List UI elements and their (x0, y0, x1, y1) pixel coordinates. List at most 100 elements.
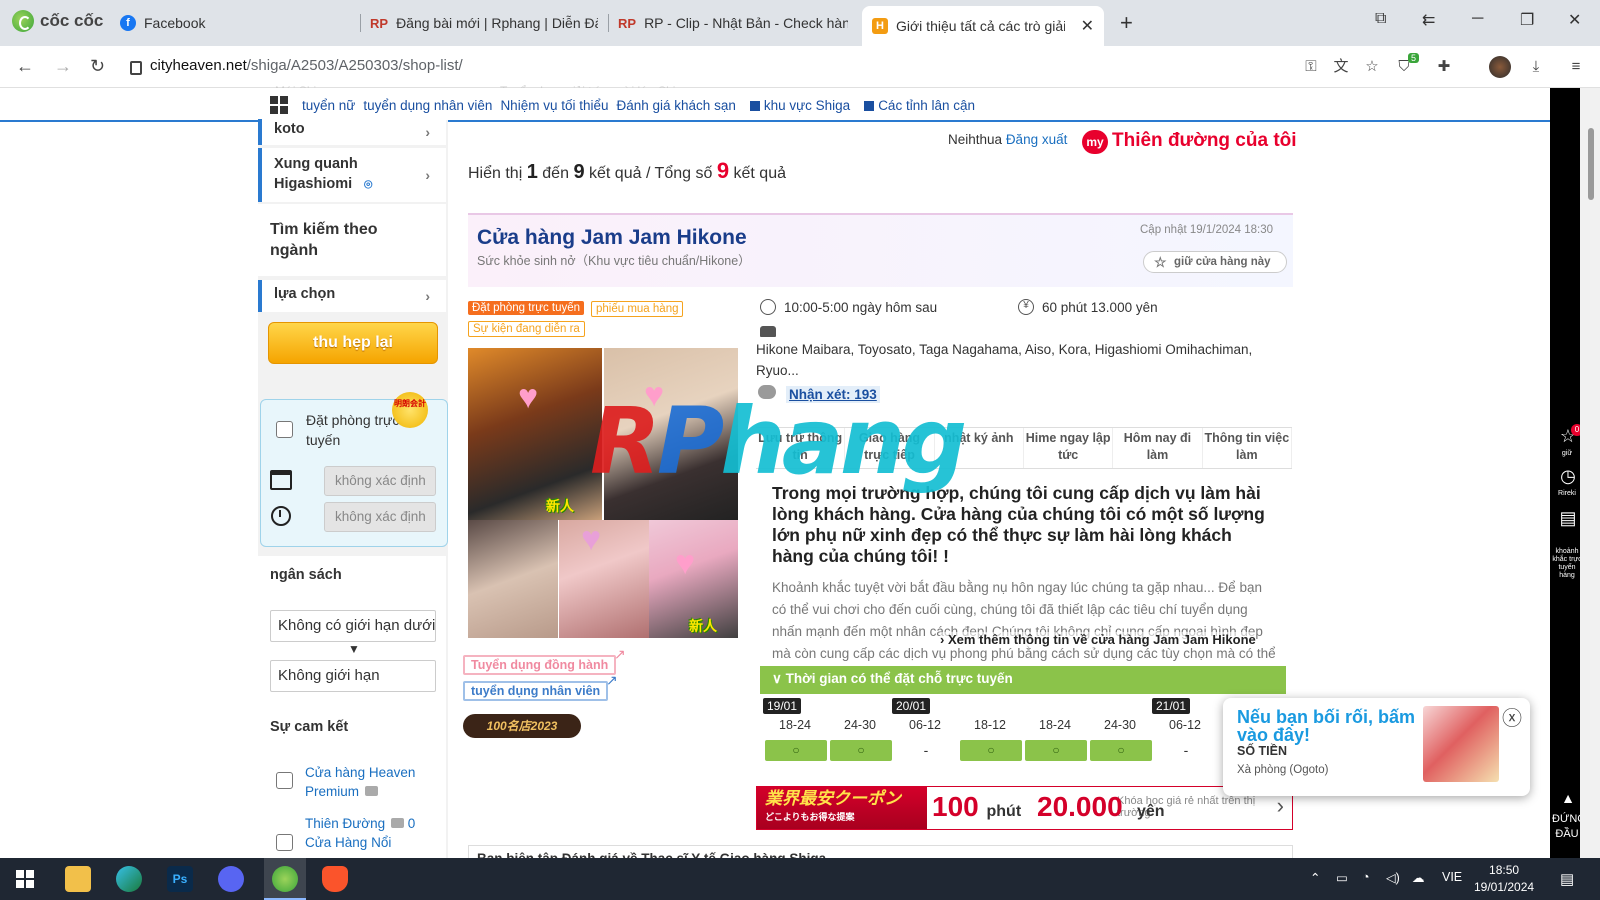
back-history-icon[interactable]: ⇇ (1422, 10, 1435, 30)
slot-available[interactable]: ○ (1090, 740, 1152, 761)
url-field[interactable]: cityheaven.net/shiga/A2503/A250303/shop-… (130, 57, 463, 75)
coupon-banner[interactable]: 業界最安クーポン どこよりもお得な提案 100 phút Khóa học gi… (756, 786, 1293, 830)
budget-max-select[interactable]: Không giới hạn (270, 660, 436, 692)
profile-avatar[interactable] (1489, 56, 1511, 78)
nav-link-minimum-mission[interactable]: Nhiệm vụ tối thiểu (500, 98, 608, 113)
sidebar-item-koto[interactable]: koto › (258, 119, 446, 145)
cast-photo[interactable] (468, 520, 558, 638)
tab-rphang-clip[interactable]: RP RP - Clip - Nhật Bản - Check hàng (618, 8, 848, 38)
file-explorer-icon[interactable] (65, 866, 91, 892)
wifi-icon[interactable]: ◔ (1362, 870, 1370, 884)
tab-hime-now[interactable]: Hime ngay lập tức (1024, 428, 1114, 468)
edge-icon[interactable] (116, 866, 142, 892)
slot-time: 18-12 (974, 718, 1006, 732)
key-icon[interactable]: ⚿ (1302, 58, 1320, 76)
keep-shop-button[interactable]: ☆ giữ cửa hàng này (1143, 251, 1287, 273)
chat-icon[interactable]: ▤ (1556, 508, 1580, 529)
slot-available[interactable]: ○ (765, 740, 827, 761)
coccoc-taskbar-icon[interactable] (272, 866, 298, 892)
browser-brand-name: cốc cốc (40, 11, 104, 30)
cast-photo[interactable]: ♥ 新人 (649, 520, 738, 638)
slot-available[interactable]: ○ (830, 740, 892, 761)
scrollbar[interactable] (1580, 88, 1600, 858)
nav-link-women-recruit[interactable]: tuyển nữ (302, 98, 355, 113)
tag-event[interactable]: Sự kiện đang diễn ra (468, 321, 585, 337)
slot-available[interactable]: ○ (1025, 740, 1087, 761)
cast-photo[interactable]: ♥ 新人 (468, 348, 602, 520)
cast-photo[interactable]: ♥ (559, 520, 649, 638)
scrollbar-thumb[interactable] (1588, 128, 1594, 200)
nav-link-shiga-area[interactable]: khu vực Shiga (750, 98, 850, 113)
tab-working-today[interactable]: Hôm nay đi làm (1113, 428, 1203, 468)
onedrive-icon[interactable]: ☁ (1412, 870, 1425, 885)
popup-title[interactable]: Nếu bạn bối rối, bấm vào đây! (1237, 708, 1417, 744)
notifications-icon[interactable]: ▤ (1560, 870, 1574, 888)
restore-icon[interactable]: ❐ (1520, 10, 1534, 30)
tab-job-info[interactable]: Thông tin việc làm (1203, 428, 1292, 468)
download-icon[interactable]: ⤓ (1527, 58, 1545, 76)
slot-available[interactable]: ○ (960, 740, 1022, 761)
see-more-link[interactable]: › Xem thêm thông tin về cửa hàng Jam Jam… (940, 632, 1256, 647)
tab-label: RP - Clip - Nhật Bản - Check hàng (644, 15, 848, 31)
featured-shop-label[interactable]: Thiên Đường 0 Cửa Hàng Nổi (305, 814, 435, 852)
reload-icon[interactable]: ↻ (90, 56, 105, 77)
back-icon[interactable]: ← (16, 56, 34, 77)
screenshot-icon[interactable]: ⧉ (1375, 10, 1386, 28)
close-window-icon[interactable]: ✕ (1568, 10, 1581, 30)
tab-facebook[interactable]: f Facebook (120, 8, 350, 38)
brave-icon[interactable] (322, 866, 348, 892)
system-clock[interactable]: 18:50 19/01/2024 (1474, 862, 1534, 896)
time-select[interactable]: không xác định (324, 502, 436, 532)
extensions-icon[interactable]: ✚ (1435, 58, 1453, 76)
discord-icon[interactable] (218, 866, 244, 892)
tab-cityheaven-active[interactable]: H Giới thiệu tất cả các trò giải t ✕ (862, 6, 1104, 46)
menu-icon[interactable]: ≡ (1567, 58, 1585, 76)
language-indicator[interactable]: VIE (1442, 870, 1462, 884)
translate-icon[interactable]: 文 (1332, 58, 1350, 76)
my-heaven-icon[interactable]: my (1082, 130, 1108, 154)
close-tab-icon[interactable]: ✕ (1081, 16, 1094, 36)
budget-min-select[interactable]: Không có giới hạn dưới (270, 610, 436, 642)
nav-link-staff-recruit[interactable]: tuyển dụng nhân viên (363, 98, 492, 113)
tray-chevron-icon[interactable]: ⌃ (1310, 870, 1320, 885)
popup-banner-image[interactable] (1423, 706, 1499, 782)
sidebar-item-options[interactable]: lựa chọn › (258, 280, 446, 312)
minimize-icon[interactable]: ─ (1472, 10, 1483, 28)
base-price: 60 phút 13.000 yên (1042, 300, 1158, 315)
close-icon[interactable]: ⓧ (1502, 702, 1522, 731)
grid-menu-icon[interactable] (270, 96, 288, 114)
bookmark-star-icon[interactable]: ☆ (1363, 58, 1381, 76)
history-icon[interactable]: ◷ (1556, 466, 1580, 487)
popup-subtitle: SỐ TIỀN (1237, 744, 1288, 758)
my-heaven-link[interactable]: Thiên đường của tôi (1112, 130, 1297, 152)
companion-recruit-link[interactable]: Tuyển dụng đồng hành (463, 655, 617, 675)
browser-brand[interactable]: cốc cốc (12, 10, 103, 32)
service-areas: Hikone Maibara, Toyosato, Taga Nagahama,… (756, 342, 1253, 378)
nav-link-hotel-reviews[interactable]: Đánh giá khách sạn (617, 98, 736, 113)
heaven-premium-label[interactable]: Cửa hàng Heaven Premium (305, 763, 435, 801)
heaven-premium-checkbox[interactable] (276, 772, 293, 789)
staff-recruit-link[interactable]: tuyển dụng nhân viên (463, 681, 609, 701)
scroll-top-label[interactable]: ĐỨNG ĐẦU (1552, 812, 1586, 842)
tab-rphang-post[interactable]: RP Đăng bài mới | Rphang | Diễn Đàn (370, 8, 598, 38)
sidebar-item-higashiomi[interactable]: Xung quanh Higashiomi ⌾ › (258, 148, 446, 202)
shop-name[interactable]: Cửa hàng Jam Jam Hikone (477, 226, 747, 250)
help-popup[interactable]: Nếu bạn bối rối, bấm vào đây! SỐ TIỀN Xà… (1223, 698, 1530, 796)
tag-online-booking[interactable]: Đặt phòng trực tuyến (468, 301, 585, 315)
keep-shop-label: giữ cửa hàng này (1174, 256, 1271, 268)
commit-count: 0 (407, 816, 416, 831)
volume-icon[interactable]: ◁) (1386, 870, 1400, 885)
windows-start-icon[interactable] (12, 866, 38, 892)
photoshop-icon[interactable]: Ps (167, 866, 193, 892)
featured-shop-checkbox[interactable] (276, 834, 293, 851)
tag-coupon[interactable]: phiếu mua hàng (591, 301, 684, 317)
new-tab-icon[interactable]: + (1120, 10, 1133, 36)
date-select[interactable]: không xác định (324, 466, 436, 496)
nav-link-neighbor-prefectures[interactable]: Các tỉnh lân cận (864, 98, 975, 113)
battery-icon[interactable]: ▭ (1336, 870, 1348, 885)
forward-icon[interactable]: → (54, 56, 72, 77)
online-booking-checkbox[interactable] (276, 421, 293, 438)
logout-link[interactable]: Đăng xuất (1006, 132, 1068, 147)
arrow-up-icon[interactable]: ▲ (1556, 790, 1580, 806)
narrow-search-button[interactable]: thu hẹp lại (268, 322, 438, 364)
